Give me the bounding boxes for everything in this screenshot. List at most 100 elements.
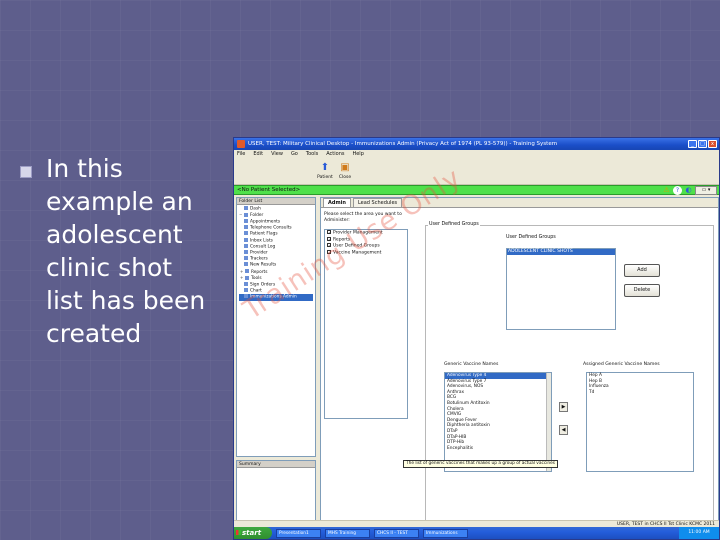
tracker-icon	[244, 256, 248, 261]
folder-list-header: Folder List	[237, 198, 315, 205]
option-vaccine-management[interactable]: ✓ Vaccine Management	[325, 250, 407, 257]
status-bar: USER, TEST in CHCS II Tst Clinic KCMC 20…	[234, 520, 719, 527]
syringe-icon	[244, 294, 248, 299]
option-reports[interactable]: ✓ Reports	[325, 236, 407, 244]
bullet-line: In this	[46, 154, 123, 183]
generic-vaccine-names-label: Generic Vaccine Names	[444, 362, 499, 367]
udg-item-selected[interactable]: ADOLESCENT CLINIC SHOTS	[507, 249, 615, 255]
phone-icon	[244, 225, 248, 230]
sign-icon	[244, 281, 248, 286]
taskbar: start Presentation1 MHS Training CHCS II…	[234, 527, 719, 539]
log-icon	[244, 243, 248, 248]
minimize-button[interactable]: _	[688, 140, 697, 148]
option-user-defined-groups[interactable]: ✓ User Defined Groups	[325, 243, 407, 250]
list-item[interactable]: Encephalitis	[445, 446, 551, 452]
warning-icon[interactable]: ⚠	[662, 186, 671, 195]
generic-vaccine-list[interactable]: Adenovirus Type 4 Adenovirus Type 7 Aden…	[444, 372, 552, 472]
folder-icon	[244, 212, 248, 217]
flag-icon	[244, 231, 248, 236]
tab-lead-schedules[interactable]: Lead Schedules	[352, 198, 403, 207]
taskbar-item[interactable]: MHS Training	[325, 528, 370, 538]
bullet-block: In this example an adolescent clinic sho…	[20, 152, 220, 350]
checkbox-icon[interactable]: ✓	[327, 230, 331, 235]
reports-icon	[245, 269, 249, 274]
menu-tools[interactable]: Tools	[306, 150, 318, 159]
provider-icon	[244, 249, 248, 254]
tab-admin[interactable]: Admin	[323, 198, 351, 207]
taskbar-item[interactable]: Immunizations	[423, 528, 468, 538]
list-item[interactable]: Td	[587, 390, 693, 396]
folder-list-panel: Folder List Dash − Folder Appointments Te…	[236, 197, 316, 457]
start-button[interactable]: start	[234, 527, 272, 539]
bullet-text: In this example an adolescent clinic sho…	[46, 152, 220, 350]
taskbar-item[interactable]: Presentation1	[276, 528, 321, 538]
tree-item[interactable]: + Reports	[239, 269, 313, 276]
bullet-square-icon	[20, 166, 32, 178]
udg-list-label: User Defined Groups	[506, 235, 556, 240]
main-area: Admin Lead Schedules Please select the a…	[320, 197, 719, 525]
assigned-vaccine-list[interactable]: Hep A Hep B Influenza Td	[586, 372, 694, 472]
summary-header: Summary	[237, 461, 315, 468]
bullet-line: adolescent	[46, 220, 183, 249]
checkbox-icon[interactable]: ✓	[327, 236, 331, 241]
inbox-icon	[244, 237, 248, 242]
folder-icon	[244, 206, 248, 210]
bullet-line: created	[46, 319, 142, 348]
vertical-scrollbar[interactable]	[546, 373, 551, 471]
udg-legend: User Defined Groups	[428, 222, 480, 227]
taskbar-clock: 11:00 AM	[679, 527, 719, 539]
toolbar: ⬆ Patient ▣ Close	[234, 159, 719, 185]
chart-icon	[244, 288, 248, 293]
tree-item-immunizations-admin[interactable]: Immunizations Admin	[239, 294, 313, 301]
patient-button[interactable]: ⬆ Patient	[314, 161, 336, 180]
app-window: USER, TEST: Military Clinical Desktop - …	[233, 137, 720, 540]
user-defined-groups-frame: User Defined Groups User Defined Groups …	[425, 222, 714, 525]
add-button[interactable]: Add	[624, 264, 660, 277]
tree-item[interactable]: + Tools	[239, 275, 313, 282]
admin-prompt: Please select the area you want to Admin…	[324, 212, 402, 223]
app-icon	[237, 140, 245, 148]
patient-options-button[interactable]: ▭ ▾	[695, 186, 717, 195]
tooltip: The list of generic vaccines that makes …	[403, 460, 558, 468]
close-doc-icon: ▣	[340, 162, 350, 173]
option-provider-management[interactable]: ✓ Provider Management	[325, 230, 407, 237]
move-right-button[interactable]: ▶	[559, 402, 568, 412]
patient-bar[interactable]: <No Patient Selected> ⚠ ? ◐ ▭ ▾	[234, 185, 719, 195]
results-icon	[244, 262, 248, 267]
bullet-line: list has been	[46, 286, 206, 315]
bullet-line: example an	[46, 187, 193, 216]
menu-actions[interactable]: Actions	[326, 150, 344, 159]
window-controls: _ □ x	[688, 140, 717, 148]
menu-edit[interactable]: Edit	[253, 150, 263, 159]
move-left-button[interactable]: ◀	[559, 425, 568, 435]
taskbar-item[interactable]: CHCS II - TEST	[374, 528, 419, 538]
delete-button[interactable]: Delete	[624, 284, 660, 297]
tab-strip: Admin Lead Schedules	[321, 198, 718, 208]
calendar-icon	[244, 218, 248, 223]
patient-bar-icons: ⚠ ? ◐ ▭ ▾	[662, 186, 717, 195]
maximize-button[interactable]: □	[698, 140, 707, 148]
info-icon[interactable]: ◐	[684, 186, 693, 195]
help-icon[interactable]: ?	[673, 186, 682, 195]
patient-selected-text: <No Patient Selected>	[237, 187, 301, 193]
udg-list[interactable]: ADOLESCENT CLINIC SHOTS	[506, 248, 616, 330]
patient-button-label: Patient	[317, 175, 333, 180]
checkbox-icon[interactable]: ✓	[327, 243, 331, 248]
close-doc-label: Close	[338, 175, 352, 180]
tree-item[interactable]: − Folder	[239, 212, 313, 219]
menu-help[interactable]: Help	[352, 150, 363, 159]
close-doc-button[interactable]: ▣ Close	[334, 161, 356, 180]
menu-bar: File Edit View Go Tools Actions Help	[234, 150, 719, 159]
close-button[interactable]: x	[708, 140, 717, 148]
admin-options-list: ✓ Provider Management ✓ Reports ✓ User Defi…	[324, 229, 408, 419]
patient-icon: ⬆	[320, 162, 330, 173]
menu-go[interactable]: Go	[291, 150, 298, 159]
checkbox-icon[interactable]: ✓	[327, 250, 331, 255]
tools-icon	[245, 275, 249, 280]
window-title: USER, TEST: Military Clinical Desktop - …	[248, 141, 558, 147]
menu-view[interactable]: View	[271, 150, 283, 159]
folder-tree: Dash − Folder Appointments Telephone Cons…	[237, 205, 315, 302]
menu-file[interactable]: File	[237, 150, 245, 159]
bullet-line: clinic shot	[46, 253, 173, 282]
title-bar: USER, TEST: Military Clinical Desktop - …	[234, 138, 719, 150]
